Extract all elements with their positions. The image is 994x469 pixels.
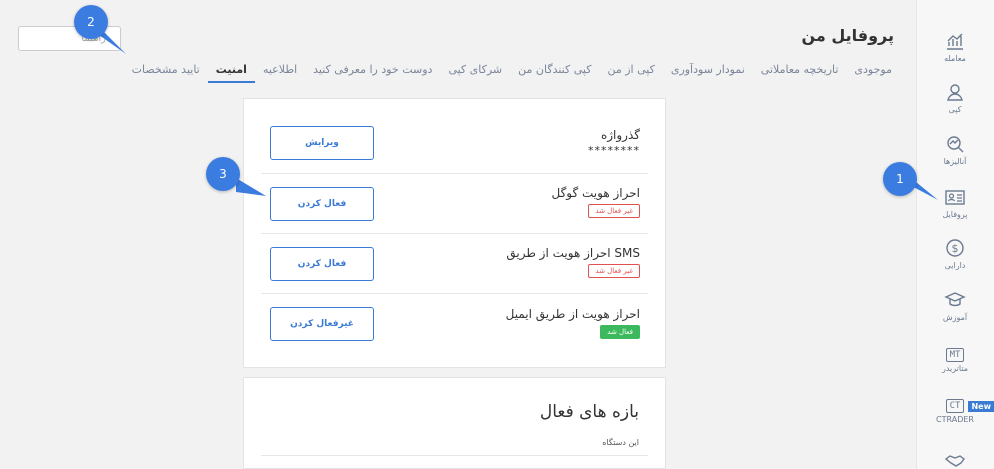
sidebar-item-metatrader[interactable]: MT متاتریدر (916, 342, 994, 373)
new-badge: New (968, 401, 994, 412)
edit-password-button[interactable]: ویرایش (270, 126, 374, 160)
sidebar-item-label: پروفایل (942, 210, 968, 219)
profile-tabs: موجودی تاریخچه معاملاتی نمودار سودآوری ک… (124, 62, 900, 83)
sidebar-item-label: معامله (944, 54, 966, 63)
tab-copy-partners[interactable]: شرکای کپی (440, 62, 510, 83)
password-value: ******** (588, 144, 640, 157)
sidebar-item-assets[interactable]: $ دارایی (916, 237, 994, 270)
tab-security[interactable]: امنیت (207, 62, 255, 83)
handshake-icon (944, 455, 965, 467)
tab-my-copiers[interactable]: کپی کنندگان من (510, 62, 599, 83)
tab-refer-friend[interactable]: دوست خود را معرفی کنید (305, 62, 440, 83)
profile-card-icon (945, 190, 965, 205)
sms-auth-row: احراز هویت از طریق SMS غیر فعال شد فعال … (261, 234, 648, 294)
callout-marker-3: 3 (206, 157, 240, 191)
disable-email-auth-button[interactable]: غیرفعال کردن (270, 307, 374, 341)
email-auth-row: احراز هویت از طریق ایمیل فعال شد غیرفعال… (261, 294, 648, 354)
password-label: گذرواژه (600, 128, 640, 142)
tab-verify-identity[interactable]: تایید مشخصات (124, 62, 208, 83)
callout-marker-2: 2 (74, 5, 108, 39)
sidebar-item-label: آنالیزها (943, 157, 967, 166)
dollar-icon: $ (946, 239, 964, 257)
sidebar: معامله کپی آنالیزها پروفایل $ دارایی آمو… (916, 0, 994, 469)
tab-profit-chart[interactable]: نمودار سودآوری (663, 62, 753, 83)
sidebar-item-trade[interactable]: معامله (916, 30, 994, 63)
sidebar-item-label: متاتریدر (941, 364, 969, 373)
sms-auth-label: احراز هویت از طریق SMS (506, 246, 640, 260)
enable-sms-auth-button[interactable]: فعال کردن (270, 247, 374, 281)
metatrader-icon: MT (945, 348, 965, 362)
email-auth-label: احراز هویت از طریق ایمیل (505, 307, 640, 321)
sidebar-item-education[interactable]: آموزش (916, 289, 994, 322)
sidebar-item-label: کپی (948, 105, 962, 114)
trade-chart-icon (947, 33, 963, 50)
password-row: گذرواژه ******** ویرایش (261, 112, 648, 174)
sidebar-item-label: CTRADER (936, 415, 974, 424)
email-auth-status-badge: فعال شد (600, 325, 640, 339)
divider (261, 455, 648, 456)
sidebar-item-partnership[interactable] (916, 450, 994, 469)
graduation-cap-icon (944, 292, 966, 307)
active-sessions-title: بازه های فعال (539, 402, 639, 422)
this-device-label: این دستگاه (602, 438, 639, 447)
sidebar-item-copy[interactable]: کپی (916, 81, 994, 114)
google-auth-label: احراز هویت گوگل (551, 186, 641, 200)
active-sessions-card: بازه های فعال این دستگاه (243, 377, 666, 469)
copy-user-icon (947, 84, 963, 101)
sidebar-item-analytics[interactable]: آنالیزها (916, 133, 994, 166)
enable-google-auth-button[interactable]: فعال کردن (270, 187, 374, 221)
ctrader-icon: CT (945, 399, 965, 413)
tab-notifications[interactable]: اطلاعیه (255, 62, 305, 83)
google-auth-status-badge: غیر فعال شد (588, 204, 640, 218)
callout-marker-1: 1 (883, 162, 917, 196)
page-title: پروفایل من (801, 26, 894, 45)
sidebar-item-label: آموزش (942, 313, 968, 322)
tab-trade-history[interactable]: تاریخچه معاملاتی (753, 62, 847, 83)
sidebar-item-label: دارایی (944, 261, 966, 270)
callout-pointer (236, 178, 266, 196)
svg-text:$: $ (952, 242, 959, 255)
analytics-icon (947, 136, 964, 153)
google-auth-row: احراز هویت گوگل غیر فعال شد فعال کردن (261, 174, 648, 234)
tab-copy-from-me[interactable]: کپی از من (599, 62, 662, 83)
sms-auth-status-badge: غیر فعال شد (588, 264, 640, 278)
security-card: گذرواژه ******** ویرایش احراز هویت گوگل … (243, 98, 666, 368)
tab-balance[interactable]: موجودی (846, 62, 900, 83)
